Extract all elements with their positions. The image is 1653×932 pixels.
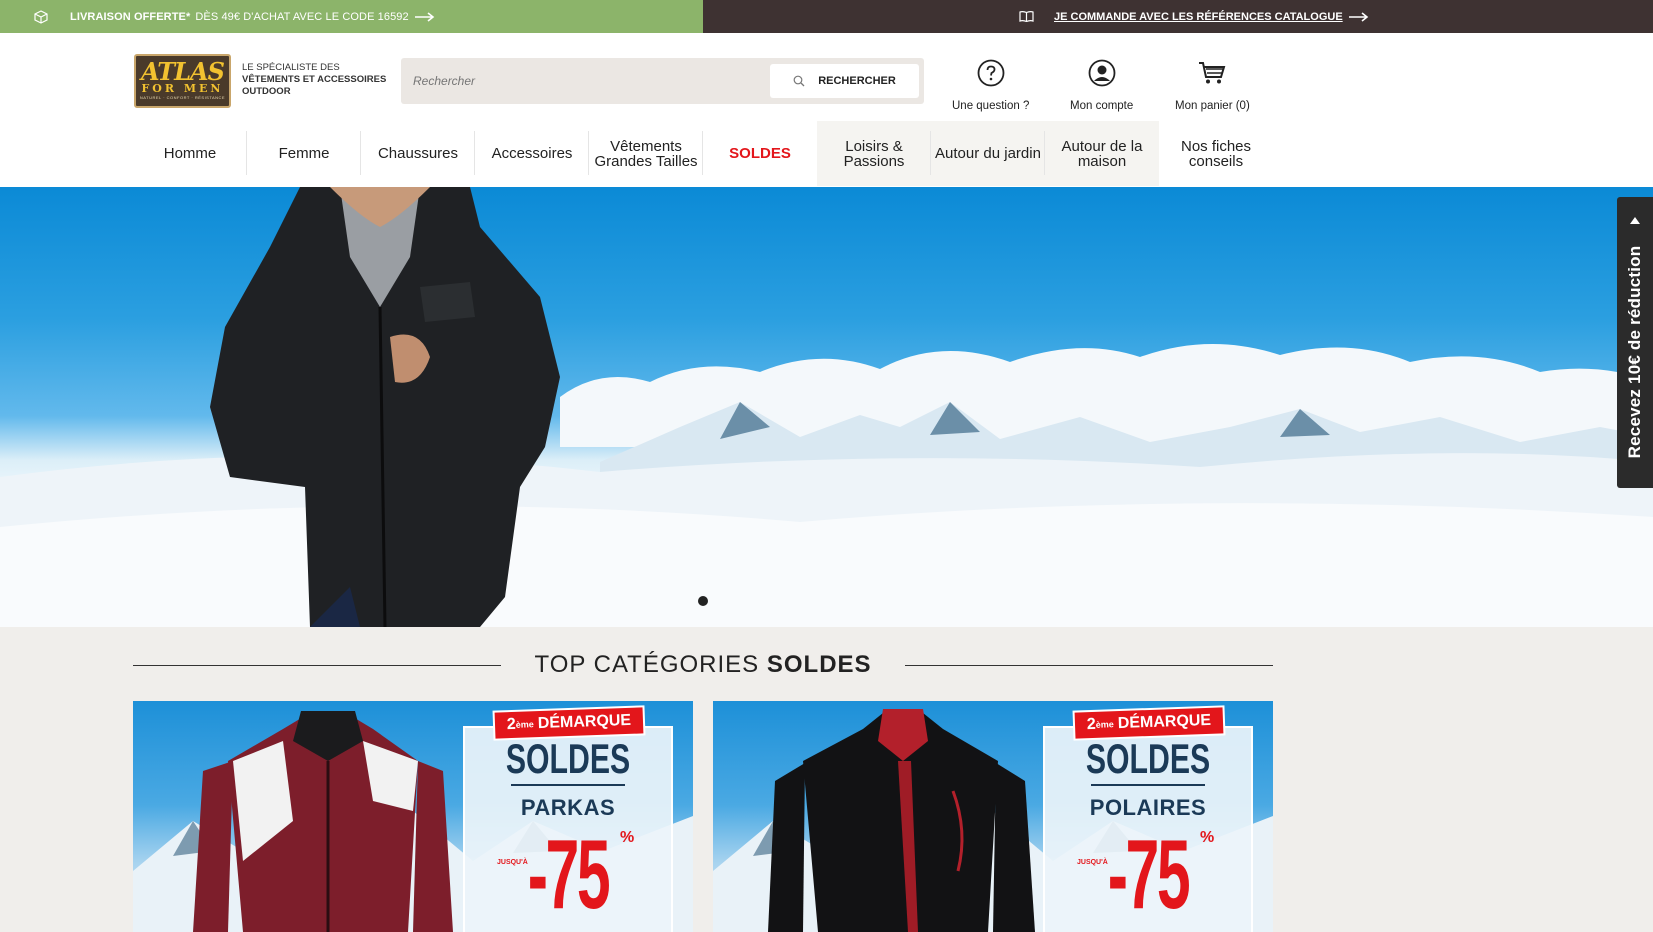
free-delivery-text: DÈS 49€ D'ACHAT AVEC LE CODE 16592	[195, 10, 409, 23]
arrow-right-icon	[414, 11, 435, 22]
hero-banner[interactable]	[0, 187, 1653, 627]
nav-item-homme[interactable]: Homme	[133, 121, 247, 186]
atlas-for-men-logo[interactable]: ATLAS FOR MEN NATUREL · CONFORT · RÉSIST…	[134, 54, 231, 108]
catalogue-order-link[interactable]: JE COMMANDE AVEC LES RÉFÉRENCES CATALOGU…	[1054, 11, 1343, 23]
help-link-label: Une question ?	[952, 100, 1030, 112]
question-icon	[976, 58, 1006, 88]
brand-tagline: LE SPÉCIALISTE DES VÊTEMENTS ET ACCESSOI…	[242, 62, 386, 98]
category-card-polaires[interactable]: 2 ème DÉMARQUE SOLDES POLAIRES JUSQU'À -75…	[713, 701, 1273, 932]
ribbon-superscript: ème	[515, 719, 534, 730]
free-delivery-banner[interactable]: LIVRAISON OFFERTE* DÈS 49€ D'ACHAT AVEC …	[0, 0, 703, 33]
ribbon-prefix: 2	[506, 715, 517, 734]
promo-divider	[511, 784, 625, 786]
hero-illustration	[0, 187, 1653, 627]
demarque-ribbon: 2 ème DÉMARQUE	[1074, 707, 1224, 739]
help-link[interactable]: Une question ?	[952, 58, 1029, 112]
search-bar: RECHERCHER	[401, 58, 924, 104]
nav-item-maison[interactable]: Autour de la maison	[1045, 121, 1159, 186]
top-categories-title: TOP CATÉGORIES SOLDES	[133, 650, 1274, 680]
section-title-bold: SOLDES	[766, 651, 872, 678]
nav-item-femme[interactable]: Femme	[247, 121, 361, 186]
logo-sub-text: FOR MEN	[141, 82, 224, 95]
promo-discount: -75	[527, 819, 611, 929]
promo-percent: %	[620, 829, 635, 846]
promo-soldes: SOLDES	[505, 735, 631, 782]
arrow-right-icon	[1348, 11, 1369, 22]
account-link[interactable]: Mon compte	[1070, 58, 1133, 112]
carousel-dot-active[interactable]	[698, 596, 708, 606]
tagline-line3: OUTDOOR	[242, 86, 291, 97]
title-divider-left	[133, 664, 502, 666]
catalogue-order-banner[interactable]: JE COMMANDE AVEC LES RÉFÉRENCES CATALOGU…	[703, 0, 1653, 33]
promo-divider	[1091, 784, 1205, 786]
search-button[interactable]: RECHERCHER	[770, 64, 919, 98]
discount-sidetab[interactable]: Recevez 10€ de réduction	[1617, 197, 1653, 488]
ribbon-label: DÉMARQUE	[537, 711, 632, 733]
section-title: TOP CATÉGORIES SOLDES	[501, 651, 904, 679]
promo-soldes: SOLDES	[1085, 735, 1211, 782]
main-navigation: Homme Femme Chaussures Accessoires Vêtem…	[133, 121, 1273, 186]
promo-discount: -75	[1107, 819, 1191, 929]
promo-percent: %	[1200, 829, 1215, 846]
free-delivery-bold: LIVRAISON OFFERTE*	[70, 10, 191, 23]
ribbon-superscript: ème	[1095, 719, 1114, 730]
title-divider-right	[904, 664, 1274, 666]
ribbon-prefix: 2	[1086, 715, 1097, 734]
book-icon	[1019, 10, 1034, 24]
cart-icon	[1197, 58, 1227, 88]
search-button-label: RECHERCHER	[818, 75, 896, 87]
promo-category: PARKAS	[520, 795, 616, 820]
nav-item-accessoires[interactable]: Accessoires	[475, 121, 589, 186]
promo-category: POLAIRES	[1089, 795, 1207, 820]
sidetab-label: Recevez 10€ de réduction	[1625, 245, 1644, 459]
tagline-line2: VÊTEMENTS ET ACCESSOIRES	[242, 74, 387, 85]
logo-tag-text: NATUREL · CONFORT · RÉSISTANCE	[139, 95, 226, 100]
parcel-icon	[34, 9, 48, 24]
cart-link[interactable]: Mon panier (0)	[1175, 58, 1250, 112]
promo-topbar: LIVRAISON OFFERTE* DÈS 49€ D'ACHAT AVEC …	[0, 0, 1653, 33]
demarque-ribbon: 2 ème DÉMARQUE	[494, 707, 644, 739]
nav-item-loisirs[interactable]: Loisirs & Passions	[817, 121, 931, 186]
caret-up-icon	[1630, 217, 1640, 224]
ribbon-label: DÉMARQUE	[1117, 711, 1212, 733]
account-link-label: Mon compte	[1070, 100, 1134, 112]
nav-item-grandes-tailles[interactable]: Vêtements Grandes Tailles	[589, 121, 703, 186]
nav-item-chaussures[interactable]: Chaussures	[361, 121, 475, 186]
cart-link-label: Mon panier (0)	[1175, 100, 1250, 112]
category-card-parkas[interactable]: 2 ème DÉMARQUE SOLDES PARKAS JUSQU'À -75 %	[133, 701, 693, 932]
nav-item-fiches-conseils[interactable]: Nos fiches conseils	[1159, 121, 1273, 186]
search-icon	[793, 75, 805, 87]
nav-item-jardin[interactable]: Autour du jardin	[931, 121, 1045, 186]
nav-item-soldes[interactable]: SOLDES	[703, 121, 817, 186]
tagline-line1: LE SPÉCIALISTE DES	[242, 62, 340, 73]
section-title-light: TOP CATÉGORIES	[534, 651, 760, 678]
logo-main-text: ATLAS	[141, 57, 225, 86]
search-input[interactable]	[413, 72, 753, 90]
user-icon	[1087, 58, 1117, 88]
